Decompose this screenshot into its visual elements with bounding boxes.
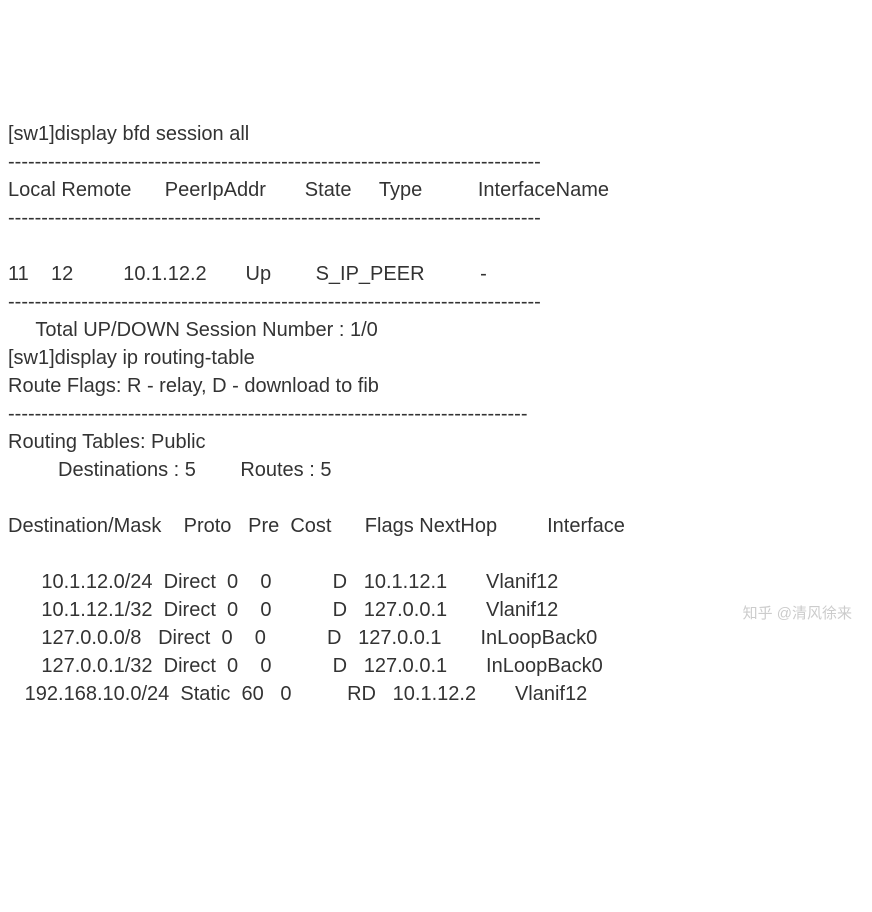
route-flags-legend: Route Flags: R - relay, D - download to … bbox=[8, 375, 379, 397]
divider: ----------------------------------------… bbox=[8, 151, 541, 173]
route-row: 127.0.0.1/32 Direct 0 0 D 127.0.0.1 InLo… bbox=[8, 655, 603, 677]
terminal-output: [sw1]display bfd session all -----------… bbox=[8, 120, 864, 708]
cmd-line: [sw1]display bfd session all bbox=[8, 123, 249, 145]
route-header: Destination/Mask Proto Pre Cost Flags Ne… bbox=[8, 515, 625, 537]
divider: ----------------------------------------… bbox=[8, 403, 528, 425]
dest-count: Destinations : 5 Routes : 5 bbox=[8, 459, 331, 481]
route-row: 10.1.12.0/24 Direct 0 0 D 10.1.12.1 Vlan… bbox=[8, 571, 558, 593]
bfd-header: Local Remote PeerIpAddr State Type Inter… bbox=[8, 179, 609, 201]
bfd-row: 11 12 10.1.12.2 Up S_IP_PEER - bbox=[8, 263, 487, 285]
bfd-total: Total UP/DOWN Session Number : 1/0 bbox=[8, 319, 378, 341]
routing-tables-header: Routing Tables: Public bbox=[8, 431, 206, 453]
route-row: 192.168.10.0/24 Static 60 0 RD 10.1.12.2… bbox=[8, 683, 587, 705]
divider: ----------------------------------------… bbox=[8, 291, 541, 313]
cmd-line: [sw1]display ip routing-table bbox=[8, 347, 255, 369]
route-row: 10.1.12.1/32 Direct 0 0 D 127.0.0.1 Vlan… bbox=[8, 599, 558, 621]
route-row: 127.0.0.0/8 Direct 0 0 D 127.0.0.1 InLoo… bbox=[8, 627, 597, 649]
divider: ----------------------------------------… bbox=[8, 207, 541, 229]
